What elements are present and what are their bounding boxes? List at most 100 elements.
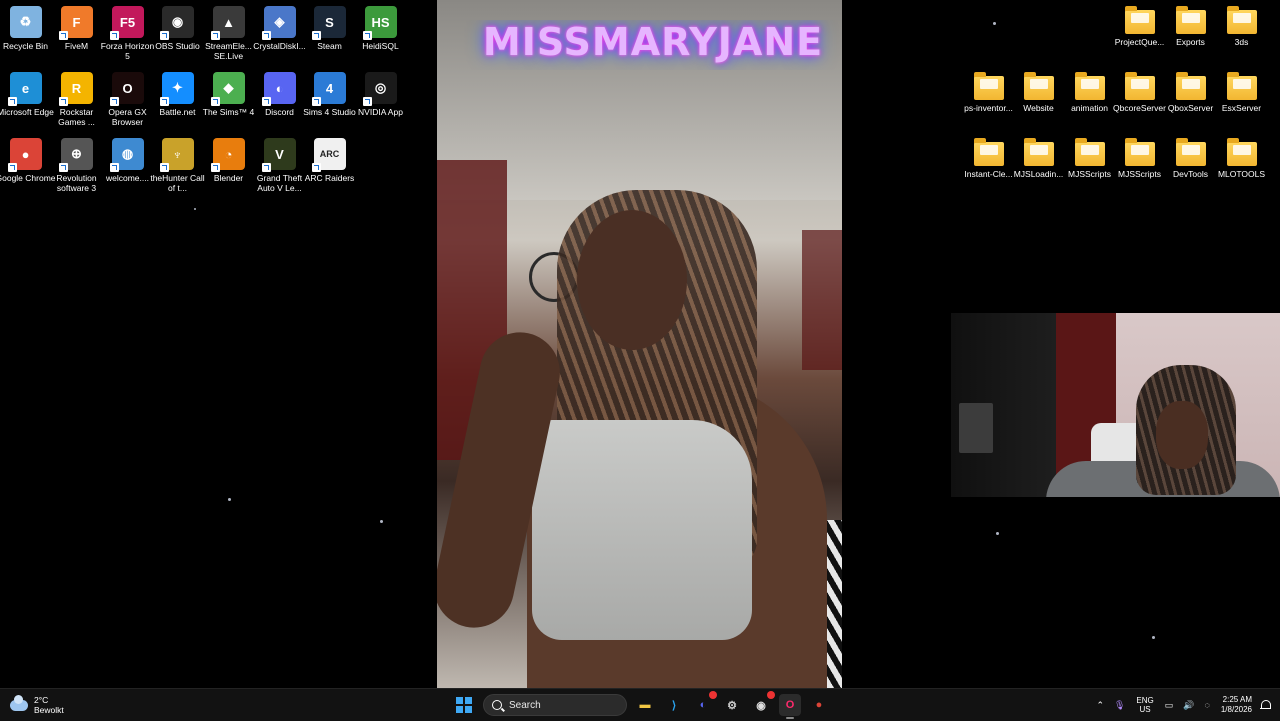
shortcut-arrow-icon (109, 97, 119, 106)
taskbar-center: Search ▬ ⟩ ◐ ⚙ ◉ O ● (452, 691, 830, 719)
weather-widget[interactable]: 2°C Bewolkt (10, 692, 64, 718)
desktop-folder-label: 3ds (1234, 37, 1249, 47)
heidisql-icon: HS (362, 6, 397, 40)
language-indicator[interactable]: ENG US (1136, 696, 1153, 714)
desktop-folder[interactable]: EsxServer (1216, 68, 1267, 132)
lang-bottom: US (1139, 705, 1151, 714)
clock[interactable]: 2:25 AM 1/8/2026 (1221, 695, 1252, 715)
shortcut-arrow-icon (261, 97, 271, 106)
desktop-icon[interactable]: ♻ Recycle Bin (0, 2, 51, 66)
shortcut-arrow-icon (362, 97, 372, 106)
desktop-icon[interactable]: ◎ NVIDIA App (355, 68, 406, 132)
chrome-taskbar-icon[interactable]: ● (808, 694, 830, 716)
shortcut-arrow-icon (159, 97, 169, 106)
desktop-icon[interactable]: ◍ welcome.... (102, 134, 153, 198)
folder-icon (1124, 6, 1155, 34)
obs-taskbar-icon[interactable]: ◉ (750, 691, 775, 716)
opera-gx-icon: O (109, 72, 144, 106)
volume-icon[interactable]: 🔊 (1183, 700, 1194, 711)
desktop-icon[interactable]: R Rockstar Games ... (51, 68, 102, 132)
desktop-folder[interactable]: Exports (1165, 2, 1216, 66)
desktop-icon[interactable]: ▲ StreamEle... SE.Live (203, 2, 254, 66)
desktop-icon[interactable]: S Steam (304, 2, 355, 66)
wallpaper-photo (437, 0, 842, 688)
desktop-icon[interactable]: ◆ The Sims™ 4 (203, 68, 254, 132)
desktop-folder[interactable]: Website (1013, 68, 1064, 132)
shortcut-arrow-icon (159, 163, 169, 172)
desktop-folder[interactable]: MLOTOOLS (1216, 134, 1267, 198)
search-label: Search (509, 699, 541, 711)
desktop-folder[interactable]: ps-inventor... (963, 68, 1014, 132)
clock-time: 2:25 AM (1222, 695, 1252, 704)
shortcut-arrow-icon (58, 163, 68, 172)
notification-badge (767, 691, 775, 699)
desktop-icon[interactable]: 4 Sims 4 Studio (303, 68, 356, 132)
desktop-folder-label: EsxServer (1221, 103, 1262, 113)
desktop-icon[interactable]: ✦ Battle.net (152, 68, 203, 132)
system-tray: ⌃ 🎙 ENG US ▭ 🔊 ◌ 2:25 AM 1/8/2026 (1091, 689, 1280, 721)
desktop-icon[interactable]: O Opera GX Browser (102, 68, 153, 132)
desktop-folder[interactable]: QbcoreServer (1113, 68, 1166, 132)
desktop-icon[interactable]: ◈ CrystalDiskI... (253, 2, 306, 66)
desktop-icon[interactable]: ARC ARC Raiders (304, 134, 355, 198)
shortcut-arrow-icon (7, 97, 17, 106)
desktop-icon[interactable]: ⊕ Revolution software 3 (51, 134, 102, 198)
desktop-icon[interactable]: ● Google Chrome (0, 134, 56, 198)
desktop-folder[interactable]: 3ds (1216, 2, 1267, 66)
desktop-icon[interactable]: ◔ Blender (203, 134, 254, 198)
battlenet-icon: ✦ (159, 72, 194, 106)
folder-icon (1023, 138, 1054, 166)
start-button[interactable] (456, 697, 472, 713)
shortcut-arrow-icon (58, 31, 68, 40)
crystaldisk-icon: ◈ (261, 6, 296, 40)
folder-icon (1175, 138, 1206, 166)
desktop-icon[interactable]: ◉ OBS Studio (152, 2, 203, 66)
chevron-up-icon[interactable]: ⌃ (1096, 700, 1104, 711)
desktop-folder[interactable]: MJSScripts (1064, 134, 1115, 198)
desktop-folder[interactable]: Instant-Cle... (963, 134, 1014, 198)
desktop-icon[interactable]: HS HeidiSQL (355, 2, 406, 66)
desktop-folder[interactable]: DevTools (1165, 134, 1216, 198)
desktop-folder[interactable]: ProjectQue... (1114, 2, 1165, 66)
desktop-icon[interactable]: F5 Forza Horizon 5 (101, 2, 154, 66)
settings-icon[interactable]: ⚙ (721, 694, 743, 716)
folder-icon (1226, 6, 1257, 34)
taskbar-search[interactable]: Search (483, 694, 627, 716)
folder-icon (1175, 72, 1206, 100)
desktop-icon[interactable]: ♆ theHunter Call of t... (150, 134, 205, 198)
desktop-icon-label: HeidiSQL (362, 41, 399, 51)
weather-text: 2°C Bewolkt (34, 695, 64, 715)
shortcut-arrow-icon (210, 97, 220, 106)
desktop-folder[interactable]: MJSScripts (1114, 134, 1165, 198)
webcam-overlay (951, 313, 1280, 497)
weather-condition: Bewolkt (34, 705, 64, 715)
vscode-icon[interactable]: ⟩ (663, 694, 685, 716)
thehunter-icon: ♆ (159, 138, 194, 172)
file-explorer-icon[interactable]: ▬ (634, 694, 656, 716)
desktop-icon[interactable]: F FiveM (51, 2, 102, 66)
fivem-icon: F (58, 6, 93, 40)
desktop-icon[interactable]: V Grand Theft Auto V Le... (254, 134, 305, 198)
microphone-icon[interactable]: 🎙 (1114, 700, 1125, 711)
notification-bell-icon[interactable] (1260, 699, 1271, 711)
folder-icon (1124, 72, 1155, 100)
opera-gx-taskbar-icon[interactable]: O (779, 694, 801, 719)
notification-badge (709, 691, 717, 699)
desktop-icon[interactable]: ◐ Discord (254, 68, 305, 132)
chat-icon[interactable]: ◌ (1205, 700, 1210, 710)
nvidia-icon: ◎ (362, 72, 397, 106)
network-icon[interactable]: ▭ (1165, 700, 1174, 711)
globe-icon: ◍ (109, 138, 144, 172)
folder-icon (1226, 72, 1257, 100)
desktop-folder[interactable]: MJSLoadin... (1013, 134, 1064, 198)
weather-temp: 2°C (34, 695, 49, 705)
desktop-folder[interactable]: animation (1064, 68, 1115, 132)
desktop-folder[interactable]: QboxServer (1165, 68, 1216, 132)
star-decoration (194, 208, 196, 210)
desktop-icon[interactable]: e Microsoft Edge (0, 68, 54, 132)
folder-icon (973, 72, 1004, 100)
star-decoration (993, 22, 996, 25)
obs-icon: ◉ (159, 6, 194, 40)
shortcut-arrow-icon (109, 163, 119, 172)
discord-taskbar-icon[interactable]: ◐ (692, 691, 717, 716)
